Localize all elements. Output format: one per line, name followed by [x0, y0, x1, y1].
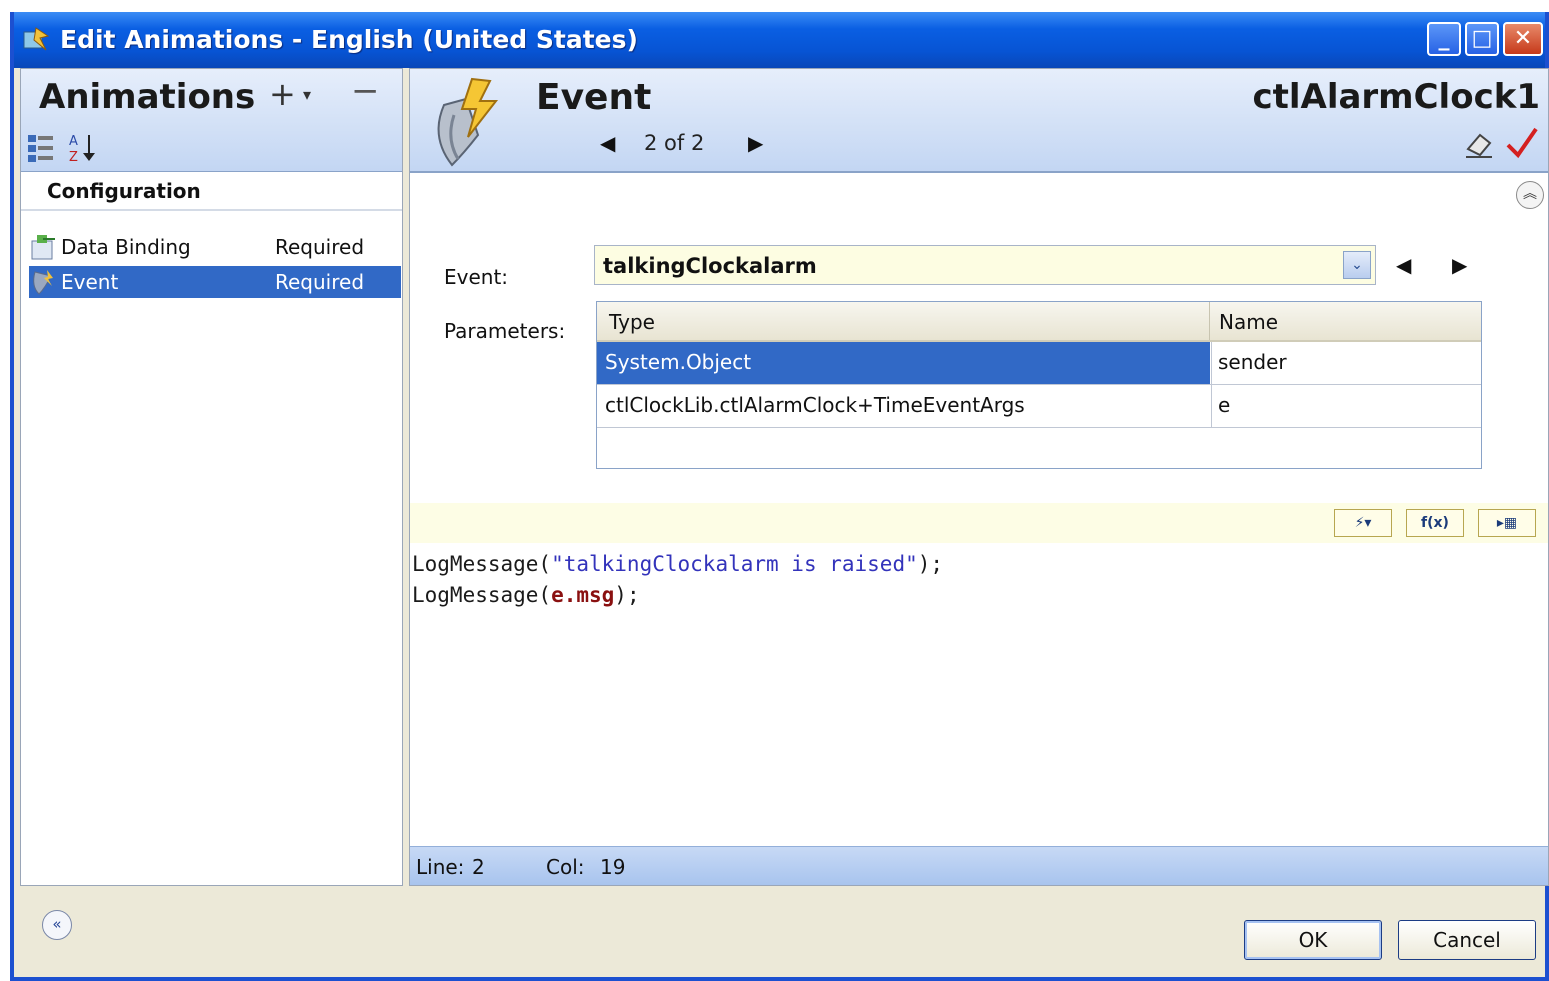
line-value: 2 — [472, 855, 485, 879]
event-label: Event — [61, 270, 119, 294]
app-icon — [23, 27, 50, 51]
column-header-type[interactable]: Type — [609, 310, 655, 334]
code-line: LogMessage(e.msg); — [412, 583, 640, 607]
checkmark-icon[interactable] — [1504, 125, 1540, 163]
object-name: ctlAlarmClock1 — [1252, 77, 1540, 117]
remove-animation-button[interactable]: − — [351, 71, 380, 111]
list-item-data-binding[interactable]: Data Binding Required — [29, 231, 401, 263]
insert-table-button[interactable]: ▸▦ — [1478, 509, 1536, 537]
event-icon — [33, 270, 53, 295]
collapse-left-icon[interactable]: « — [42, 910, 72, 940]
code-line: LogMessage("talkingClockalarm is raised"… — [412, 552, 944, 576]
event-editor-panel: Event ◀ 2 of 2 ▶ ctlAlarmClock1 ︽ Event:… — [409, 68, 1549, 886]
code-string: "talkingClockalarm is raised" — [551, 552, 918, 576]
line-label: Line: — [416, 855, 465, 879]
code-editor[interactable]: LogMessage("talkingClockalarm is raised"… — [412, 549, 943, 611]
event-title: Event — [536, 77, 652, 118]
parameters-table: Type Name System.Object sender ctlClockL… — [596, 301, 1482, 469]
ok-button[interactable]: OK — [1244, 920, 1382, 960]
collapse-up-icon[interactable]: ︽ — [1516, 181, 1544, 209]
parameters-label: Parameters: — [444, 319, 566, 343]
param-name-cell[interactable]: e — [1211, 385, 1481, 427]
animations-title: Animations — [39, 77, 256, 117]
previous-event-arrow[interactable]: ◀ — [1396, 253, 1411, 277]
table-header: Type Name — [597, 302, 1481, 342]
code-variable: e.msg — [551, 583, 615, 607]
event-status: Required — [275, 270, 365, 294]
add-animation-button[interactable]: + — [269, 75, 296, 113]
col-value: 19 — [600, 855, 626, 879]
list-item-event[interactable]: Event Required — [29, 266, 401, 298]
data-binding-status: Required — [275, 235, 365, 259]
event-field-label: Event: — [444, 265, 509, 289]
event-counter: 2 of 2 — [644, 131, 705, 155]
column-header-name[interactable]: Name — [1219, 310, 1278, 334]
configuration-section: Configuration — [21, 171, 402, 211]
close-icon: ✕ — [1513, 26, 1533, 51]
edit-animations-window: Edit Animations - English (United States… — [10, 12, 1549, 981]
col-label: Col: — [546, 855, 585, 879]
insert-function-button[interactable]: f(x) — [1406, 509, 1464, 537]
event-select-value: talkingClockalarm — [603, 254, 817, 278]
add-dropdown-icon[interactable]: ▾ — [303, 85, 311, 104]
event-header: Event ◀ 2 of 2 ▶ ctlAlarmClock1 — [410, 69, 1548, 173]
editor-status-bar: Line: 2 Col: 19 — [410, 846, 1548, 885]
previous-event-button[interactable]: ◀ — [600, 131, 615, 155]
next-event-arrow[interactable]: ▶ — [1452, 253, 1467, 277]
alphabetical-sort-icon[interactable]: A Z — [67, 131, 101, 165]
insert-event-button[interactable]: ⚡▾ — [1334, 509, 1392, 537]
animations-header: Animations + ▾ − A Z — [21, 69, 402, 172]
table-row[interactable]: ctlClockLib.ctlAlarmClock+TimeEventArgs … — [597, 385, 1481, 428]
event-lightning-icon — [437, 77, 499, 167]
maximize-button[interactable]: □ — [1465, 22, 1499, 56]
minimize-button[interactable]: _ — [1427, 22, 1461, 56]
data-binding-label: Data Binding — [61, 235, 191, 259]
param-type-cell[interactable]: System.Object — [597, 342, 1210, 384]
param-type-cell[interactable]: ctlClockLib.ctlAlarmClock+TimeEventArgs — [597, 385, 1210, 427]
param-name-cell[interactable]: sender — [1211, 342, 1481, 384]
window-title: Edit Animations - English (United States… — [60, 25, 638, 54]
svg-text:A: A — [69, 134, 78, 149]
configuration-label: Configuration — [47, 179, 201, 203]
animations-panel: Animations + ▾ − A Z Configuration Data … — [20, 68, 403, 886]
title-bar[interactable]: Edit Animations - English (United States… — [14, 12, 1545, 68]
data-binding-icon — [31, 235, 55, 260]
chevron-down-icon[interactable]: ⌄ — [1343, 251, 1371, 279]
next-event-button[interactable]: ▶ — [748, 131, 763, 155]
svg-text:Z: Z — [69, 150, 78, 165]
event-select[interactable]: talkingClockalarm ⌄ — [594, 245, 1376, 285]
cancel-button[interactable]: Cancel — [1398, 920, 1536, 960]
minimize-icon: _ — [1438, 26, 1450, 51]
close-button[interactable]: ✕ — [1503, 22, 1543, 56]
column-divider[interactable] — [1209, 302, 1210, 340]
editor-toolbar: ⚡▾ f(x) ▸▦ — [410, 503, 1548, 543]
maximize-icon: □ — [1471, 26, 1493, 51]
table-row[interactable]: System.Object sender — [597, 342, 1481, 385]
categorized-view-icon[interactable] — [27, 133, 55, 163]
eraser-icon[interactable] — [1462, 127, 1496, 161]
